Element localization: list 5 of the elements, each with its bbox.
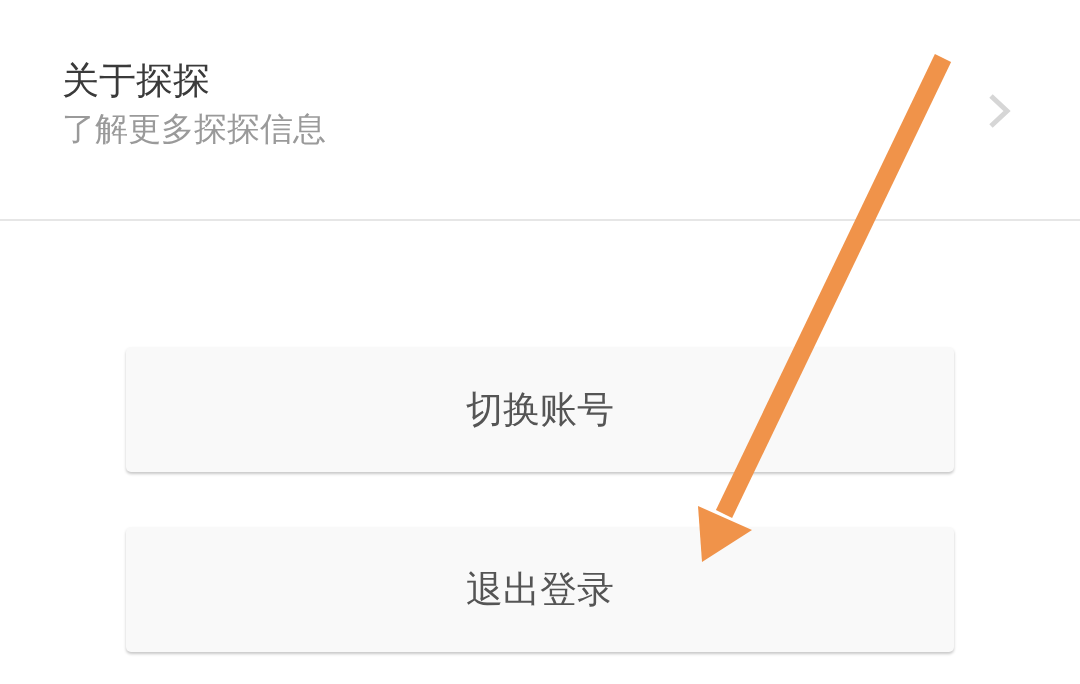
item-title: 关于探探 xyxy=(62,58,211,103)
chevron-right-icon xyxy=(988,92,1012,129)
item-subtitle: 了解更多探探信息 xyxy=(62,108,326,149)
action-button[interactable]: 切换账号 xyxy=(126,347,954,472)
action-button[interactable]: 退出登录 xyxy=(126,527,954,652)
